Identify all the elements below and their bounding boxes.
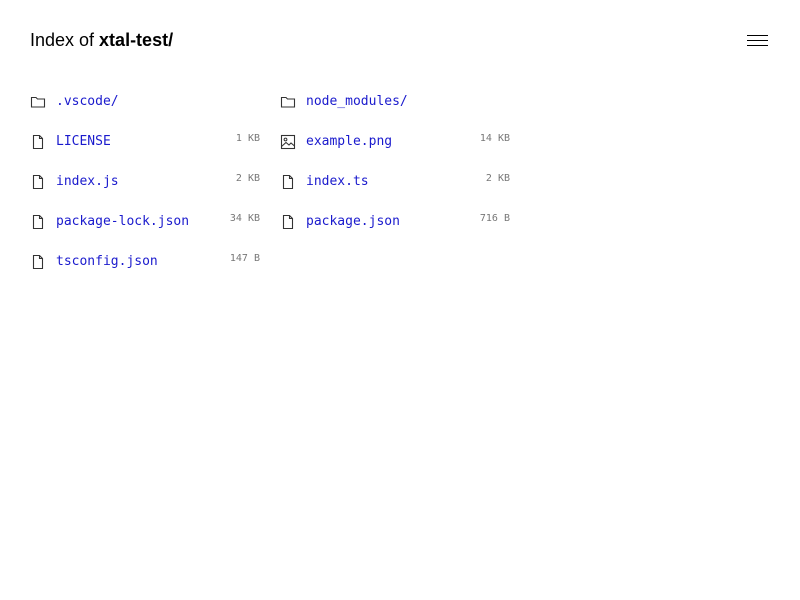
file-entry-index-ts[interactable]: index.ts 2 KB [280,172,512,192]
page-title-prefix: Index of [30,30,100,50]
file-name[interactable]: package.json [306,213,400,231]
file-entry-index-js[interactable]: index.js 2 KB [30,172,262,192]
file-entry-package-lock-json[interactable]: package-lock.json 34 KB [30,212,262,232]
file-name[interactable]: .vscode/ [56,93,119,111]
file-entry-example-png[interactable]: example.png 14 KB [280,132,512,152]
file-icon [280,174,296,190]
file-entry-vscode[interactable]: .vscode/ [30,92,262,112]
file-size: 147 B [229,253,260,264]
folder-icon [30,94,46,110]
file-size: 14 KB [479,133,510,144]
file-size: 1 KB [235,133,260,144]
file-icon [30,134,46,150]
image-icon [280,134,296,150]
file-entry-node-modules[interactable]: node_modules/ [280,92,512,112]
file-icon [30,254,46,270]
file-name[interactable]: node_modules/ [306,93,408,111]
file-entry-tsconfig-json[interactable]: tsconfig.json 147 B [30,252,262,272]
page-title: Index of xtal-test/ [30,29,173,51]
file-entry-license[interactable]: LICENSE 1 KB [30,132,262,152]
page-title-path: xtal-test/ [99,30,174,50]
file-entry-package-json[interactable]: package.json 716 B [280,212,512,232]
file-name[interactable]: package-lock.json [56,213,189,231]
file-size: 2 KB [485,173,510,184]
hamburger-menu-icon[interactable] [747,35,769,47]
file-icon [30,214,46,230]
file-name[interactable]: LICENSE [56,133,111,151]
file-size: 716 B [479,213,510,224]
file-icon [30,174,46,190]
file-size: 34 KB [229,213,260,224]
file-name[interactable]: example.png [306,133,392,151]
file-name[interactable]: tsconfig.json [56,253,158,271]
file-name[interactable]: index.ts [306,173,369,191]
file-size: 2 KB [235,173,260,184]
folder-icon [280,94,296,110]
file-name[interactable]: index.js [56,173,119,191]
file-icon [280,214,296,230]
